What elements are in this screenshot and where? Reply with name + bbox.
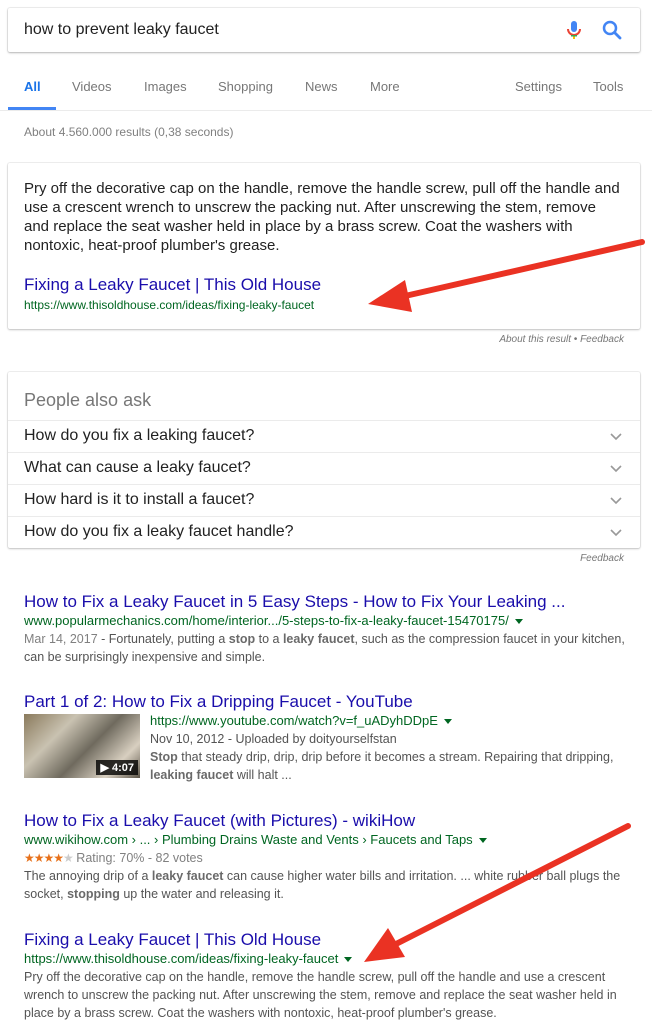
tab-all[interactable]: All: [24, 79, 41, 94]
tab-more[interactable]: More: [370, 79, 400, 94]
result-title-link[interactable]: Fixing a Leaky Faucet | This Old House: [24, 930, 321, 949]
result-snippet: Stop that steady drip, drip, drip before…: [150, 750, 614, 782]
paa-question[interactable]: What can cause a leaky faucet?: [8, 452, 640, 484]
result-rating: ★★★★★ Rating: 70% - 82 votes: [24, 851, 203, 865]
paa-question-text: How do you fix a leaking faucet?: [24, 427, 255, 444]
result-snippet: Mar 14, 2017 - Fortunately, putting a st…: [24, 632, 625, 664]
chevron-down-icon[interactable]: [610, 430, 622, 442]
search-result: How to Fix a Leaky Faucet in 5 Easy Step…: [24, 592, 634, 666]
paa-feedback-link[interactable]: Feedback: [580, 553, 624, 564]
about-this-result-link[interactable]: About this result • Feedback: [499, 334, 624, 345]
paa-question-text: How hard is it to install a faucet?: [24, 491, 255, 508]
result-stats: About 4.560.000 results (0,38 seconds): [24, 125, 234, 139]
caret-down-icon[interactable]: [514, 619, 523, 625]
result-url: www.popularmechanics.com/home/interior..…: [24, 612, 634, 630]
caret-down-icon[interactable]: [478, 838, 487, 844]
video-result: Part 1 of 2: How to Fix a Dripping Fauce…: [24, 692, 634, 784]
result-title-link[interactable]: How to Fix a Leaky Faucet (with Pictures…: [24, 811, 415, 830]
paa-question-text: What can cause a leaky faucet?: [24, 459, 251, 476]
result-snippet: Pry off the decorative cap on the handle…: [24, 970, 617, 1020]
paa-question[interactable]: How do you fix a leaking faucet?: [8, 420, 640, 452]
tab-images[interactable]: Images: [144, 79, 187, 94]
caret-down-icon[interactable]: [443, 719, 452, 725]
search-input[interactable]: how to prevent leaky faucet: [24, 21, 219, 39]
video-thumbnail[interactable]: ▶ 4:07: [24, 714, 140, 778]
tab-shopping[interactable]: Shopping: [218, 79, 273, 94]
video-upload-info: Nov 10, 2012 - Uploaded by doityourselfs…: [150, 732, 397, 746]
result-snippet: The annoying drip of a leaky faucet can …: [24, 869, 621, 901]
featured-snippet: Pry off the decorative cap on the handle…: [8, 163, 640, 329]
paa-question-text: How do you fix a leaky faucet handle?: [24, 523, 294, 540]
result-url: https://www.thisoldhouse.com/ideas/fixin…: [24, 950, 634, 968]
microphone-icon[interactable]: [562, 18, 586, 42]
paa-question[interactable]: How hard is it to install a faucet?: [8, 484, 640, 516]
featured-snippet-text: Pry off the decorative cap on the handle…: [24, 180, 620, 254]
search-result: How to Fix a Leaky Faucet (with Pictures…: [24, 811, 634, 903]
paa-heading: People also ask: [24, 390, 152, 410]
search-box[interactable]: how to prevent leaky faucet: [8, 8, 640, 52]
featured-snippet-url: https://www.thisoldhouse.com/ideas/fixin…: [24, 298, 315, 312]
people-also-ask: People also ask How do you fix a leaking…: [8, 372, 640, 548]
tab-videos[interactable]: Videos: [72, 79, 112, 94]
result-url: https://www.youtube.com/watch?v=f_uADyhD…: [150, 713, 438, 728]
video-duration: ▶ 4:07: [96, 760, 138, 775]
active-tab-indicator: [8, 107, 56, 110]
star-rating-icon: ★★★★★: [24, 851, 74, 865]
tab-tools[interactable]: Tools: [593, 79, 623, 94]
video-info: https://www.youtube.com/watch?v=f_uADyhD…: [150, 712, 630, 784]
tab-settings[interactable]: Settings: [515, 79, 562, 94]
caret-down-icon[interactable]: [344, 957, 353, 963]
search-result: Fixing a Leaky Faucet | This Old House h…: [24, 930, 634, 1022]
play-icon: ▶: [100, 762, 109, 774]
chevron-down-icon[interactable]: [610, 526, 622, 538]
chevron-down-icon[interactable]: [610, 494, 622, 506]
result-breadcrumb: www.wikihow.com › ... › Plumbing Drains …: [24, 831, 634, 849]
tab-news[interactable]: News: [305, 79, 338, 94]
paa-question[interactable]: How do you fix a leaky faucet handle?: [8, 516, 640, 548]
search-icon[interactable]: [600, 18, 624, 42]
chevron-down-icon[interactable]: [610, 462, 622, 474]
featured-snippet-link[interactable]: Fixing a Leaky Faucet | This Old House: [24, 275, 321, 295]
search-tabs: All Videos Images Shopping News More Set…: [0, 60, 652, 111]
result-title-link[interactable]: Part 1 of 2: How to Fix a Dripping Fauce…: [24, 692, 413, 711]
result-title-link[interactable]: How to Fix a Leaky Faucet in 5 Easy Step…: [24, 592, 565, 611]
